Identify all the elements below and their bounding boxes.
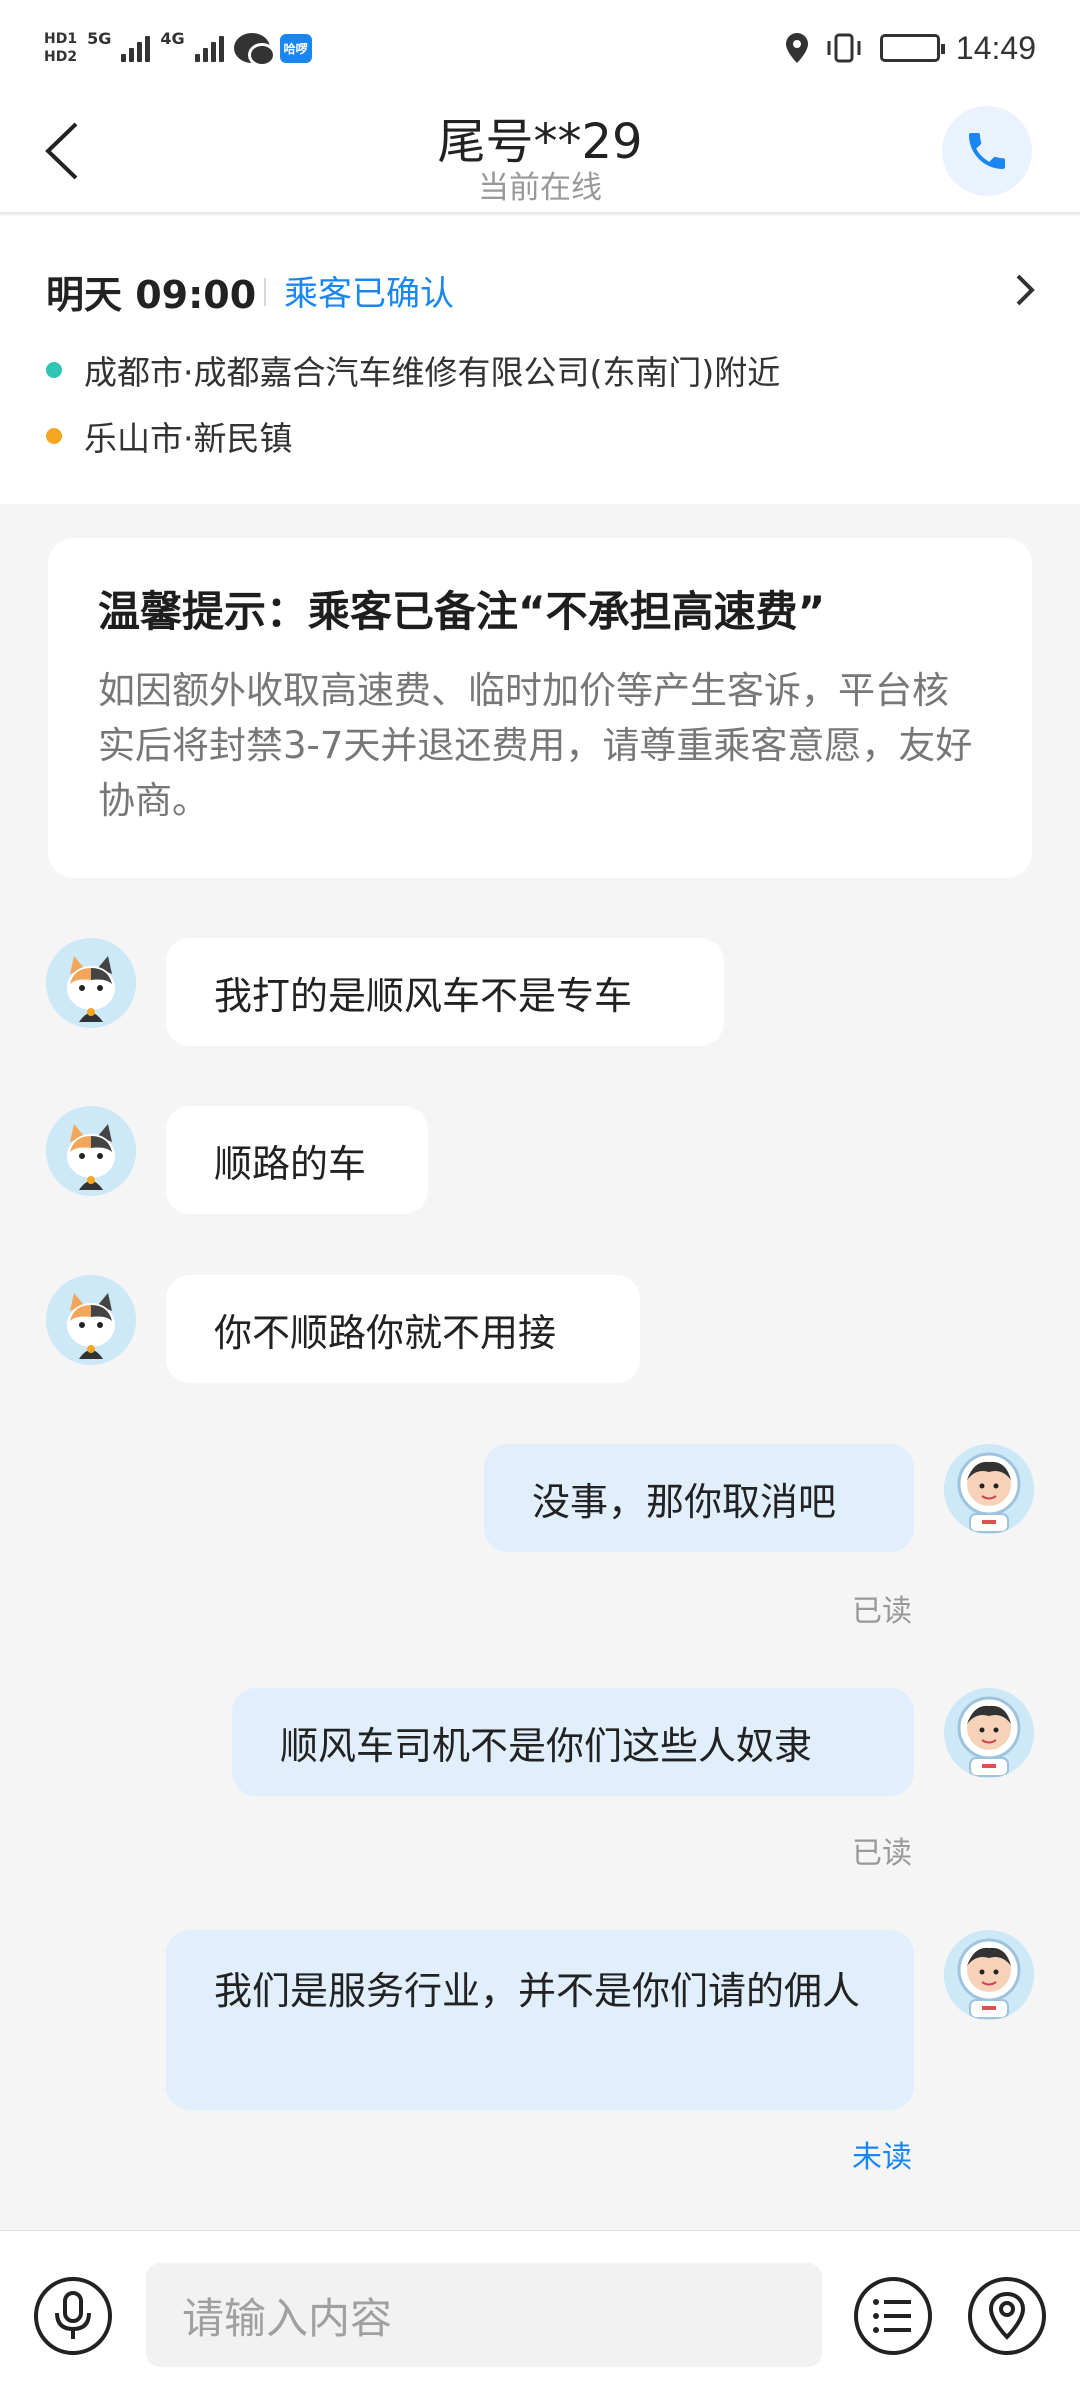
- incoming-message-bubble[interactable]: 顺路的车: [166, 1106, 428, 1214]
- outgoing-message-bubble[interactable]: 没事，那你取消吧: [484, 1444, 914, 1552]
- location-status-icon: [785, 33, 808, 63]
- cat-avatar-icon[interactable]: [46, 938, 136, 1028]
- chevron-right-icon[interactable]: [1010, 270, 1040, 310]
- incoming-message-bubble[interactable]: 你不顺路你就不用接: [166, 1275, 640, 1383]
- pickup-address: 成都市·成都嘉合汽车维修有限公司(东南门)附近: [46, 346, 780, 394]
- status-left: HD1 HD2 5G 4G 哈啰: [44, 28, 312, 67]
- status-right: 14:49: [785, 29, 1036, 67]
- dropoff-dot-icon: [46, 428, 62, 444]
- cat-avatar-icon[interactable]: [46, 1106, 136, 1196]
- microphone-icon: [55, 2291, 91, 2339]
- signal-icon: [194, 34, 224, 62]
- trip-time: 明天 09:00: [46, 273, 257, 317]
- pickup-address-text: 成都市·成都嘉合汽车维修有限公司(东南门)附近: [84, 353, 781, 392]
- notice-card: 温馨提示：乘客已备注“不承担高速费” 如因额外收取高速费、临时加价等产生客诉，平…: [48, 538, 1032, 878]
- message-text: 顺风车司机不是你们这些人奴隶: [280, 1723, 813, 1768]
- list-menu-icon: [873, 2299, 911, 2333]
- chat-header: 尾号**29 当前在线: [0, 96, 1080, 214]
- astronaut-avatar-icon[interactable]: [944, 1444, 1034, 1534]
- phone-icon: [969, 133, 1005, 169]
- cat-avatar-icon[interactable]: [46, 1275, 136, 1365]
- outgoing-message-bubble[interactable]: 顺风车司机不是你们这些人奴隶: [232, 1688, 914, 1796]
- input-placeholder: 请输入内容: [182, 2293, 393, 2343]
- message-text: 顺路的车: [214, 1141, 367, 1186]
- network-5g-label: 5G: [87, 28, 112, 48]
- trip-status: 乘客已确认: [284, 274, 454, 314]
- astronaut-avatar-icon[interactable]: [944, 1930, 1034, 2020]
- input-bar: 请输入内容: [0, 2230, 1080, 2400]
- message-text: 没事，那你取消吧: [532, 1479, 837, 1524]
- clock-time: 14:49: [955, 29, 1036, 66]
- online-status: 当前在线: [478, 170, 602, 206]
- outgoing-message-bubble[interactable]: 我们是服务行业，并不是你们请的佣人: [166, 1930, 914, 2110]
- dropoff-address-text: 乐山市·新民镇: [84, 419, 293, 458]
- incoming-message-bubble[interactable]: 我打的是顺风车不是专车: [166, 938, 724, 1046]
- read-status: 已读: [852, 1836, 912, 1871]
- message-text: 你不顺路你就不用接: [214, 1310, 557, 1355]
- divider: [264, 278, 266, 306]
- astronaut-avatar-icon[interactable]: [944, 1688, 1034, 1778]
- send-location-button[interactable]: [968, 2277, 1046, 2355]
- notice-body: 如因额外收取高速费、临时加价等产生客诉，平台核实后将封禁3-7天并退还费用，请尊…: [98, 669, 973, 822]
- notice-title: 温馨提示：乘客已备注“不承担高速费”: [98, 587, 826, 636]
- hd-indicator: HD1 HD2: [44, 30, 77, 66]
- message-text: 我打的是顺风车不是专车: [214, 973, 633, 1018]
- pickup-dot-icon: [46, 362, 62, 378]
- trip-info-card[interactable]: 明天 09:00 乘客已确认 成都市·成都嘉合汽车维修有限公司(东南门)附近 乐…: [0, 216, 1080, 504]
- message-input[interactable]: 请输入内容: [146, 2263, 822, 2367]
- hd2-label: HD2: [44, 49, 78, 65]
- hd1-label: HD1: [44, 31, 78, 47]
- call-button[interactable]: [942, 106, 1032, 196]
- location-pin-icon: [988, 2291, 1026, 2340]
- quick-reply-button[interactable]: [854, 2277, 932, 2355]
- vibrate-icon: [827, 33, 861, 63]
- voice-button[interactable]: [34, 2277, 112, 2355]
- read-status: 已读: [852, 1594, 912, 1629]
- battery-icon: [879, 34, 945, 62]
- signal-icon: [121, 34, 151, 62]
- status-bar: HD1 HD2 5G 4G 哈啰 14:49: [0, 0, 1080, 96]
- message-text: 我们是服务行业，并不是你们请的佣人: [214, 1969, 861, 2013]
- unread-status: 未读: [852, 2140, 912, 2175]
- wechat-icon: [233, 33, 276, 67]
- dropoff-address: 乐山市·新民镇: [46, 412, 293, 460]
- network-4g-label: 4G: [160, 28, 185, 48]
- hello-app-icon: 哈啰: [279, 33, 312, 63]
